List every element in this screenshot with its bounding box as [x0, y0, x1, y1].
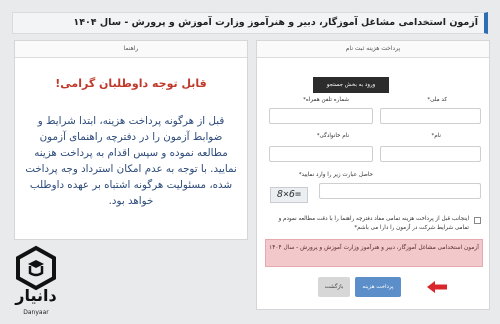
last-name-input[interactable] — [269, 146, 373, 162]
notice-title: قابل توجه داوطلبان گرامی! — [55, 77, 207, 90]
consent-text: اینجانب قبل از پرداخت هزینه تمامی مفاد د… — [278, 216, 469, 231]
guide-panel: راهنما قابل توجه داوطلبان گرامی! قبل از … — [14, 40, 248, 240]
form-heading: پرداخت هزینه ثبت نام — [257, 41, 489, 58]
guide-heading: راهنما — [15, 41, 247, 58]
exam-alert: آزمون استخدامی مشاغل آموزگار، دبیر و هنر… — [265, 239, 483, 267]
page-title: آزمون استخدامی مشاغل آموزگار، دبیر و هنر… — [12, 12, 488, 34]
phone-label: شماره تلفن همراه* — [303, 97, 349, 103]
last-name-label: نام خانوادگی* — [316, 133, 349, 139]
notice-body: قبل از هرگونه پرداخت هزینه، ابتدا شرایط … — [25, 115, 237, 207]
back-button[interactable]: بازگشت — [318, 277, 350, 297]
pay-button[interactable]: پرداخت هزینه — [355, 277, 401, 297]
logo-subtitle: Danyaar — [23, 309, 49, 316]
captcha-input[interactable] — [319, 183, 481, 199]
pointer-arrow-icon — [427, 281, 447, 293]
logo-name: دانیار — [15, 286, 57, 305]
first-name-label: نام* — [431, 133, 441, 139]
captcha-label: حاصل عبارت زیر را وارد نمایید* — [298, 172, 373, 178]
captcha-image: 8×6= — [270, 187, 308, 203]
phone-input[interactable] — [269, 108, 373, 124]
first-name-input[interactable] — [380, 146, 481, 162]
consent-checkbox[interactable] — [474, 217, 481, 224]
national-id-input[interactable] — [380, 108, 481, 124]
search-section-button[interactable]: ورود به بخش جستجو — [313, 77, 389, 93]
national-id-label: کد ملی* — [427, 97, 447, 103]
payment-form-panel: پرداخت هزینه ثبت نام ورود به بخش جستجو ک… — [256, 40, 490, 310]
